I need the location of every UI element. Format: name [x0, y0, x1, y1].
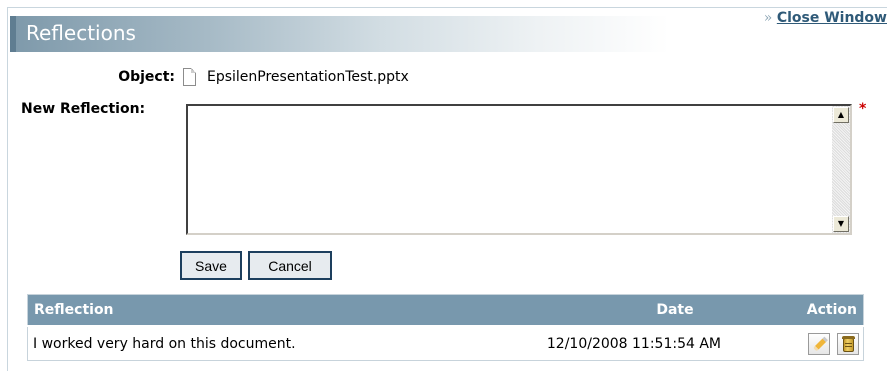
new-reflection-label: New Reflection: [21, 101, 146, 117]
close-window-link-container: » Close Window [764, 10, 887, 26]
column-header-date[interactable]: Date [475, 294, 791, 327]
cancel-button[interactable]: Cancel [248, 251, 332, 280]
new-reflection-textarea-container: ▲ ▼ [186, 104, 852, 235]
reflection-text: I worked very hard on this document. [33, 335, 296, 352]
object-label: Object: [118, 69, 175, 85]
reflections-table: Reflection Date Action I worked very har… [27, 294, 864, 361]
reflection-date: 12/10/2008 11:51:54 AM [546, 335, 721, 352]
textarea-scrollbar[interactable]: ▲ ▼ [832, 106, 850, 233]
table-row: I worked very hard on this document. 12/… [28, 326, 864, 361]
close-window-link[interactable]: Close Window [777, 10, 887, 26]
required-marker: * [859, 101, 867, 117]
scroll-down-arrow-icon[interactable]: ▼ [833, 216, 849, 232]
delete-can-icon[interactable] [837, 332, 859, 355]
action-cell [791, 326, 864, 361]
document-icon [183, 68, 196, 86]
save-button[interactable]: Save [180, 251, 242, 280]
object-filename: EpsilenPresentationTest.pptx [207, 69, 409, 85]
scroll-up-arrow-icon[interactable]: ▲ [833, 107, 849, 123]
can-glyph [842, 335, 855, 352]
new-reflection-textarea[interactable] [188, 106, 832, 233]
column-header-reflection[interactable]: Reflection [27, 294, 475, 327]
edit-pencil-icon[interactable] [807, 332, 830, 355]
close-prefix: » [763, 10, 773, 26]
page-title: Reflections [26, 21, 136, 45]
column-header-action: Action [791, 294, 864, 327]
pencil-glyph [812, 336, 828, 351]
page-header: Reflections [10, 16, 887, 52]
table-header-row: Reflection Date Action [27, 294, 864, 327]
